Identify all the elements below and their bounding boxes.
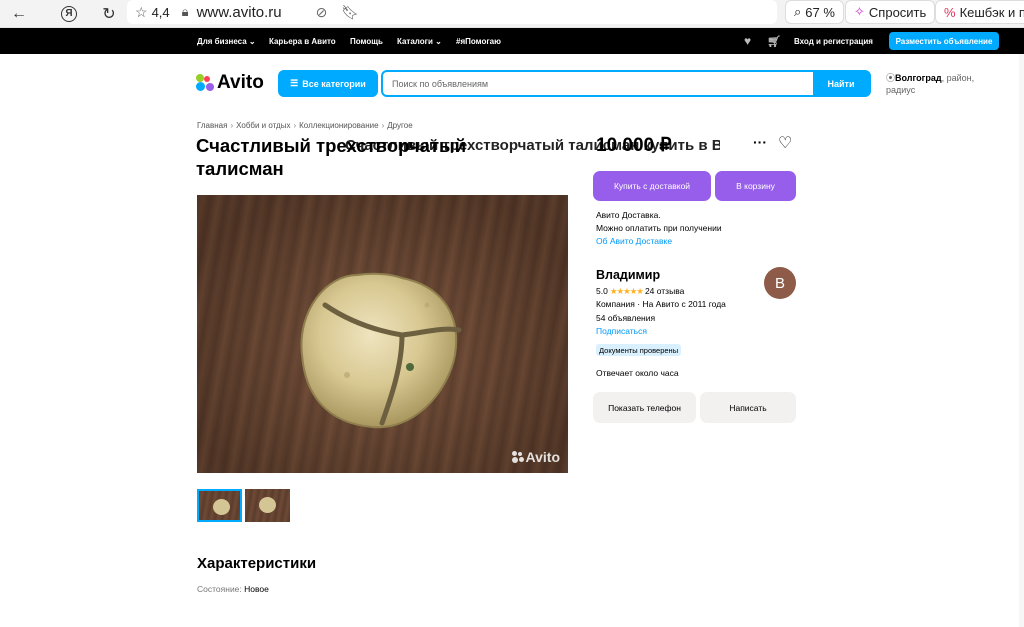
search-button[interactable]: Найти <box>813 72 869 95</box>
listing-title: Счастливый трехстворчатый талисман <box>196 135 467 179</box>
yandex-letter: Я <box>61 5 77 22</box>
search-input[interactable] <box>383 72 813 95</box>
zoom-value: 67 % <box>805 4 835 20</box>
link-career[interactable]: Карьера в Авито <box>269 28 336 54</box>
write-message-button[interactable]: Написать <box>700 392 796 423</box>
seller-name[interactable]: Владимир <box>596 268 660 282</box>
characteristic-label: Состояние: <box>197 584 245 594</box>
link-ya-help[interactable]: #яПомогаю <box>456 28 501 54</box>
zoom-button[interactable]: ⌕ 67 % <box>785 0 844 24</box>
logo-text: Avito <box>217 72 264 93</box>
ask-label: Спросить <box>868 4 927 20</box>
address-bar[interactable]: ☆ 4,4 🔒︎ www.avito.ru Счастливый трехств… <box>127 0 777 154</box>
rating-value: 5.0 <box>596 286 608 296</box>
all-categories-button[interactable]: ☰ Все категории <box>278 70 378 97</box>
photo-thumbnail[interactable] <box>197 489 242 522</box>
avito-logo[interactable]: Avito <box>196 72 264 94</box>
breadcrumb-separator: › <box>293 121 297 130</box>
cashback-button[interactable]: %Кешбэк и пр <box>935 0 1024 24</box>
tracking-off-icon[interactable]: ⊘ <box>316 4 328 21</box>
delivery-info: Авито Доставка. Можно оплатить при получ… <box>596 209 722 248</box>
characteristic-row: Состояние: Новое <box>197 584 269 594</box>
watermark-dots-icon <box>511 451 524 463</box>
zoom-icon: ⌕ <box>794 4 802 19</box>
avito-watermark: Avito <box>511 449 560 465</box>
photo-thumbnail[interactable] <box>245 489 290 522</box>
link-business[interactable]: Для бизнеса ⌄ <box>197 28 256 54</box>
categories-label: Все категории <box>302 78 366 89</box>
lock-icon[interactable]: 🔒︎ <box>182 4 189 20</box>
price: 10 000 ₽ <box>596 135 672 156</box>
breadcrumb-item[interactable]: Хобби и отдых <box>236 121 290 130</box>
site-rating: 4,4 <box>151 4 170 20</box>
star-icon[interactable]: ☆ <box>135 4 148 21</box>
location-city: Волгоград <box>895 73 942 83</box>
breadcrumb-item[interactable]: Главная <box>197 121 227 130</box>
seller-rating: 5.0 ★★★★★ 24 отзыва <box>596 286 684 297</box>
watermark-text: Avito <box>525 449 560 465</box>
main-photo[interactable]: Avito <box>197 195 568 473</box>
favorites-heart-icon[interactable]: ♥ <box>744 28 751 54</box>
delivery-line: Авито Доставка. <box>596 210 661 220</box>
link-catalogs[interactable]: Каталоги ⌄ <box>397 28 442 54</box>
buy-with-delivery-button[interactable]: Купить с доставкой <box>593 171 711 201</box>
logo-dots-icon <box>196 74 215 92</box>
refresh-icon[interactable]: ↻ <box>96 1 122 27</box>
thumbnail-nut <box>213 499 230 515</box>
cashback-label: Кешбэк и пр <box>959 4 1024 20</box>
avito-topbar: Для бизнеса ⌄ Карьера в Авито Помощь Кат… <box>0 28 1024 54</box>
subscribe-link[interactable]: Подписаться <box>596 326 647 336</box>
breadcrumb-item[interactable]: Другое <box>387 121 412 130</box>
delivery-line: Можно оплатить при получении <box>596 223 722 233</box>
more-options-icon[interactable]: ··· <box>753 134 767 150</box>
add-to-cart-button[interactable]: В корзину <box>715 171 796 201</box>
page-scrollbar[interactable] <box>1019 54 1024 627</box>
reply-time: Отвечает около часа <box>596 368 679 378</box>
avatar[interactable]: В <box>764 267 796 299</box>
location-pin-icon: ⦿ <box>886 73 896 83</box>
yandex-icon[interactable]: Я <box>56 1 82 27</box>
ask-button[interactable]: ✧ Спросить <box>845 0 936 24</box>
characteristics-heading: Характеристики <box>197 555 317 572</box>
thumbnail-nut <box>259 497 276 513</box>
link-help[interactable]: Помощь <box>350 28 383 54</box>
characteristic-value: Новое <box>244 584 269 594</box>
url-text[interactable]: www.avito.ru <box>197 4 282 21</box>
breadcrumb-item[interactable]: Коллекционирование <box>299 121 378 130</box>
ai-icon: ✧ <box>854 4 865 19</box>
menu-icon: ☰ <box>290 78 299 88</box>
breadcrumb-separator: › <box>381 121 385 130</box>
favorite-heart-icon[interactable]: ♡ <box>778 133 792 153</box>
talisman-nut-image <box>300 272 462 429</box>
post-ad-button[interactable]: Разместить объявление <box>889 32 999 50</box>
back-icon[interactable]: ← <box>6 1 32 27</box>
cart-icon[interactable]: 🛒︎ <box>767 28 781 54</box>
delivery-info-link[interactable]: Об Авито Доставке <box>596 235 722 248</box>
login-link[interactable]: Вход и регистрация <box>794 28 873 54</box>
location-selector[interactable]: ⦿Волгоград, район, радиус <box>886 72 986 96</box>
percent-icon: % <box>944 4 956 20</box>
docs-verified-badge: Документы проверены <box>596 344 682 356</box>
bookmark-icon[interactable]: 🔖︎ <box>341 4 359 21</box>
search-bar: Найти <box>381 70 871 97</box>
show-phone-button[interactable]: Показать телефон <box>593 392 696 423</box>
rating-stars-icon: ★★★★★ <box>609 286 644 296</box>
reviews-link[interactable]: 24 отзыва <box>645 286 684 296</box>
breadcrumb: Главная › Хобби и отдых › Коллекционирование… <box>197 121 413 130</box>
seller-ads-count[interactable]: 54 объявления <box>596 313 655 323</box>
seller-company: Компания · На Авито с 2011 года <box>596 299 726 309</box>
breadcrumb-separator: › <box>230 121 234 130</box>
